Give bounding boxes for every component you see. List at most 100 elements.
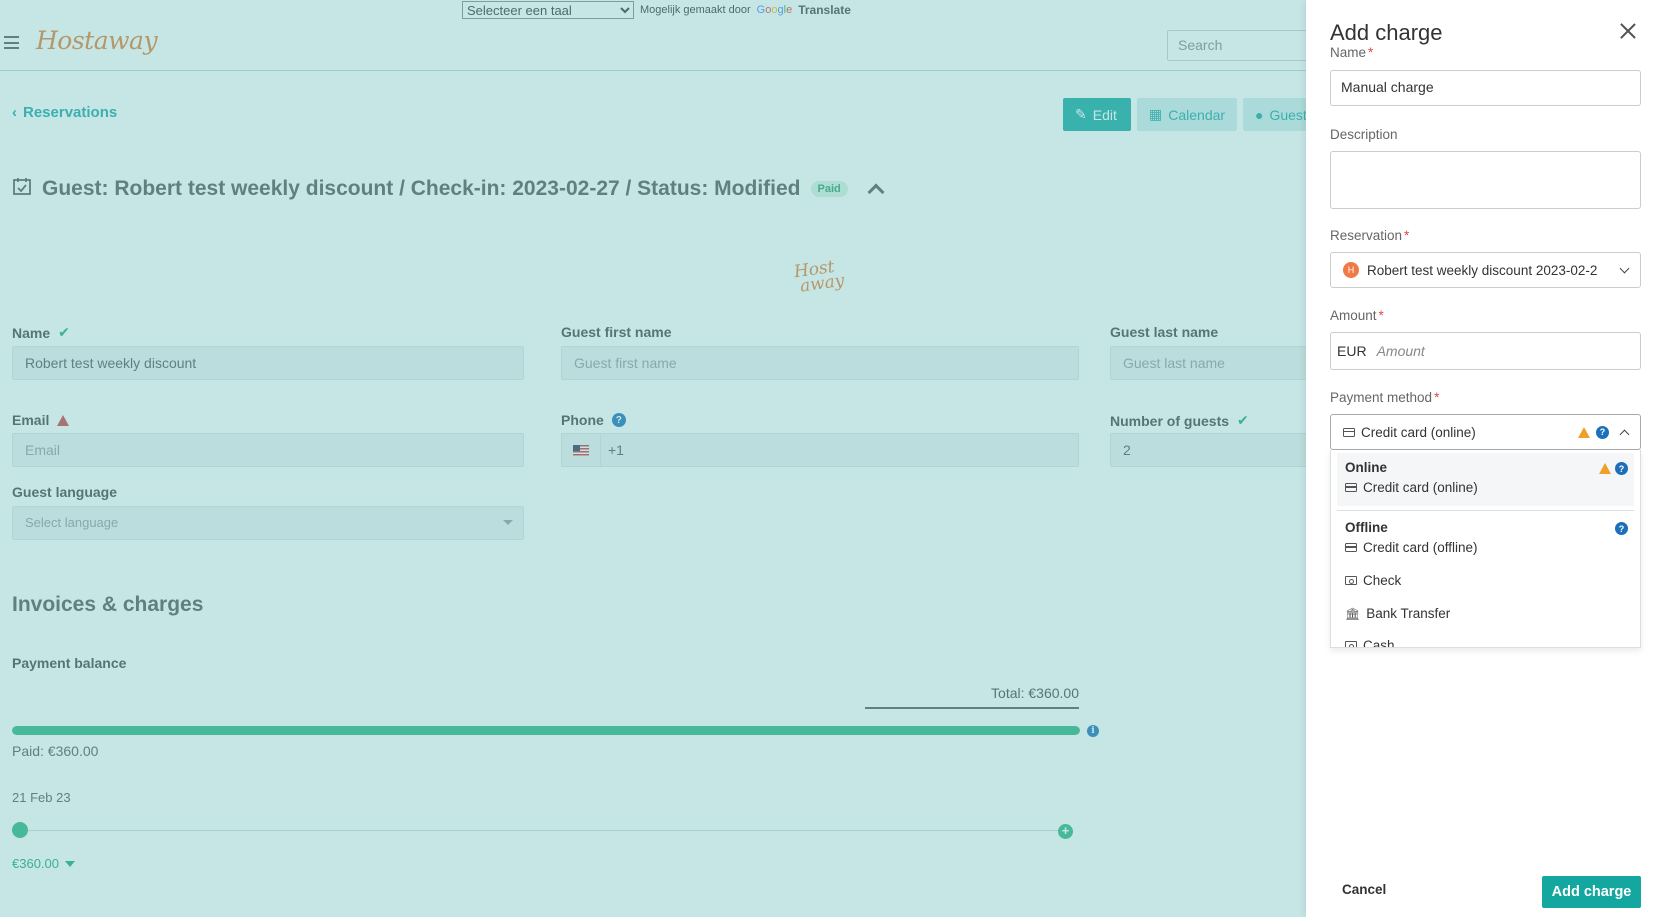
description-label: Description [1330,127,1398,142]
timeline-date: 21 Feb 23 [12,790,71,805]
amount-placeholder: Amount [1376,343,1425,359]
last-name-input[interactable]: Guest last name [1110,346,1310,380]
chevron-left-icon: ‹ [12,104,17,121]
total-amount: Total: €360.00 [865,685,1079,709]
option-bank-transfer[interactable]: 🏛 Bank Transfer [1345,606,1450,621]
collapse-icon[interactable] [867,183,885,201]
guest-language-select[interactable]: Select language [12,506,524,540]
option-credit-card-offline-label: Credit card (offline) [1363,540,1478,555]
amount-label-text: Amount [1330,308,1377,323]
last-name-label: Guest last name [1110,324,1219,340]
translate-link[interactable]: Translate [798,3,851,17]
required-mark: * [1378,308,1384,323]
payment-method-select[interactable]: Credit card (online) ? [1330,414,1641,450]
option-cash-label: Cash [1363,638,1395,648]
phone-field-label: Phone ? [561,412,626,428]
email-field-label: Email [12,412,70,428]
name-input[interactable]: Robert test weekly discount [12,346,524,380]
amount-label: Amount * [1330,308,1384,323]
guest-label: Guest [1269,106,1307,123]
drawer-title: Add charge [1330,20,1443,45]
option-check[interactable]: Check [1345,573,1401,588]
warning-icon [57,414,70,426]
google-translate-bar: Selecteer een taal Mogelijk gemaakt door… [462,0,851,20]
reservation-select[interactable]: H Robert test weekly discount 2023-02-2 [1330,252,1641,288]
guests-input[interactable]: 2 [1110,433,1310,467]
add-payment-icon[interactable]: + [1058,824,1073,839]
help-icon[interactable]: ? [1596,425,1609,439]
phone-label-text: Phone [561,412,604,428]
channel-icon: H [1343,262,1359,278]
payment-balance-title: Payment balance [12,655,127,671]
paid-amount: Paid: €360.00 [12,743,99,759]
add-charge-button[interactable]: Add charge [1542,876,1641,908]
caret-down-icon [65,860,75,867]
online-group-icons: ? [1599,462,1628,475]
check-icon: ✔ [58,324,70,340]
chevron-up-icon [1619,429,1630,439]
chevron-down-icon [1619,263,1630,273]
language-placeholder: Select language [25,515,119,530]
credit-card-icon [1345,483,1357,492]
language-label: Guest language [12,484,118,500]
credit-card-icon [1345,543,1357,552]
email-input[interactable]: Email [12,433,524,467]
description-textarea[interactable] [1330,151,1641,209]
option-cash[interactable]: Cash [1345,638,1395,648]
timeline-dot[interactable] [12,822,28,838]
calendar-label: Calendar [1168,106,1226,123]
help-icon[interactable]: ? [1615,522,1628,535]
help-icon[interactable]: ? [611,413,626,427]
name-field-label: Name ✔ [12,324,70,341]
reservation-title-text: Guest: Robert test weekly discount / Che… [42,177,801,200]
info-icon[interactable]: i [1087,725,1099,737]
payment-method-label: Payment method * [1330,390,1439,405]
charge-name-label-text: Name [1330,45,1367,60]
email-label-text: Email [12,412,50,428]
back-to-reservations-link[interactable]: ‹ Reservations [12,104,117,121]
guests-field-label: Number of guests ✔ [1110,412,1249,429]
warning-icon [1578,426,1590,438]
warning-icon [1599,463,1611,474]
charge-name-input[interactable]: Manual charge [1330,70,1641,106]
option-credit-card-online[interactable]: Credit card (online) [1345,480,1478,495]
timeline-amount-text: €360.00 [12,856,59,871]
option-credit-card-offline[interactable]: Credit card (offline) [1345,540,1478,555]
calendar-button[interactable]: ▦ Calendar [1137,98,1237,131]
user-icon: ● [1255,106,1264,123]
dropdown-divider [1337,510,1634,511]
payment-method-label-text: Payment method [1330,390,1433,405]
reservation-select-value: Robert test weekly discount 2023-02-2 [1367,262,1598,278]
first-name-input[interactable]: Guest first name [561,346,1079,380]
close-icon[interactable] [1619,22,1637,40]
name-label-text: Name [12,324,51,341]
cancel-button[interactable]: Cancel [1342,882,1386,897]
option-check-label: Check [1363,573,1402,588]
menu-icon[interactable] [4,36,19,49]
amount-input[interactable]: EUR Amount [1330,332,1641,370]
first-name-label: Guest first name [561,324,672,340]
google-g: G [756,4,766,16]
phone-input[interactable]: +1 [561,433,1079,467]
invoices-section-title: Invoices & charges [12,593,204,616]
hostaway-center-logo: Host away [793,257,846,297]
calendar-check-icon [12,176,32,202]
language-select[interactable]: Selecteer een taal [462,1,634,19]
edit-label: Edit [1092,106,1117,123]
us-flag-icon[interactable] [561,433,601,467]
required-mark: * [1368,45,1374,60]
reservation-label: Reservation * [1330,228,1409,243]
required-mark: * [1404,228,1410,243]
reservation-title: Guest: Robert test weekly discount / Che… [12,176,885,202]
back-link-label: Reservations [23,104,118,121]
hostaway-logo[interactable]: Hostaway [36,26,158,55]
add-charge-drawer: Add charge Name * Manual charge Descripti… [1306,0,1657,917]
translate-powered-text: Mogelijk gemaakt door [640,4,751,16]
timeline-amount[interactable]: €360.00 [12,856,75,871]
help-icon[interactable]: ? [1615,462,1628,475]
required-mark: * [1434,390,1440,405]
charge-name-label: Name * [1330,45,1373,60]
payment-progress-bar [12,726,1080,735]
center-logo-line2: away [798,270,846,297]
edit-button[interactable]: ✎ Edit [1063,98,1131,131]
